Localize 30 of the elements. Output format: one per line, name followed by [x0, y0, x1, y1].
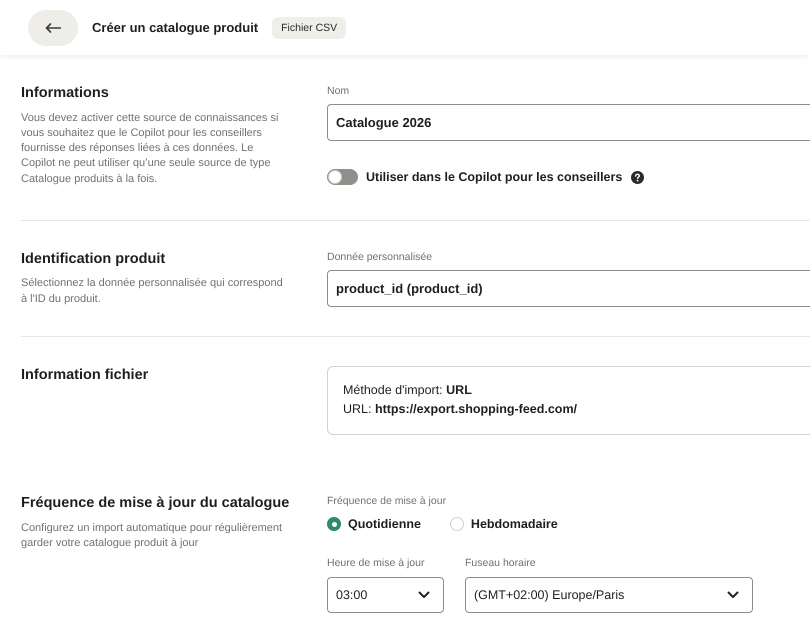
chevron-down-icon: [418, 591, 430, 600]
toggle-label: Utiliser dans le Copilot pour les conseillers: [366, 170, 622, 184]
section-title: Information fichier: [21, 366, 148, 384]
dropdown-select[interactable]: 03:00: [327, 577, 444, 614]
radio-label: Quotidienne: [348, 517, 421, 532]
field-label: Nom: [327, 84, 350, 98]
file-type-tag: Fichier CSV: [272, 16, 346, 38]
field-label: Fréquence de mise à jour: [327, 494, 446, 508]
section-description: Vous devez activer cette source de connaissances si vous souhaitez que le Copilot pour les conseillers fournisse des réponses liées à ces données. Le Copilot ne peut utiliser qu’une seule source de type Catalogue produits à la fois.: [21, 110, 280, 187]
field-label: Donnée personnalisée: [327, 250, 432, 264]
section-description: Configurez un import automatique pour régulièrement garder votre catalogue produit à jour: [21, 520, 284, 551]
dropdown-select[interactable]: (GMT+02:00) Europe/Paris: [465, 577, 753, 614]
section-title: Identification produit: [21, 250, 166, 268]
page-title: Créer un catalogue produit: [92, 20, 258, 35]
toggle-switch[interactable]: [327, 169, 358, 185]
section-description: Sélectionnez la donnée personnalisée qui correspond à l'ID du produit.: [21, 276, 284, 307]
chevron-down-icon: [727, 591, 739, 600]
radio-button[interactable]: [327, 517, 341, 532]
back-button[interactable]: [28, 10, 78, 46]
left-arrow-icon: [45, 22, 61, 32]
info-line: Méthode d'import: URL: [343, 382, 473, 400]
help-icon: [631, 170, 644, 184]
info-line: URL: https://export.shopping-feed.com/: [343, 401, 578, 418]
text-field[interactable]: Catalogue 2026: [327, 104, 810, 141]
text-field[interactable]: product_id (product_id): [327, 270, 810, 307]
field-label: Heure de mise à jour: [327, 556, 426, 570]
section-title: Informations: [21, 84, 109, 102]
section-title: Fréquence de mise à jour du catalogue: [21, 494, 290, 512]
field-label: Fuseau horaire: [465, 556, 537, 570]
radio-label: Hebdomadaire: [470, 517, 558, 532]
